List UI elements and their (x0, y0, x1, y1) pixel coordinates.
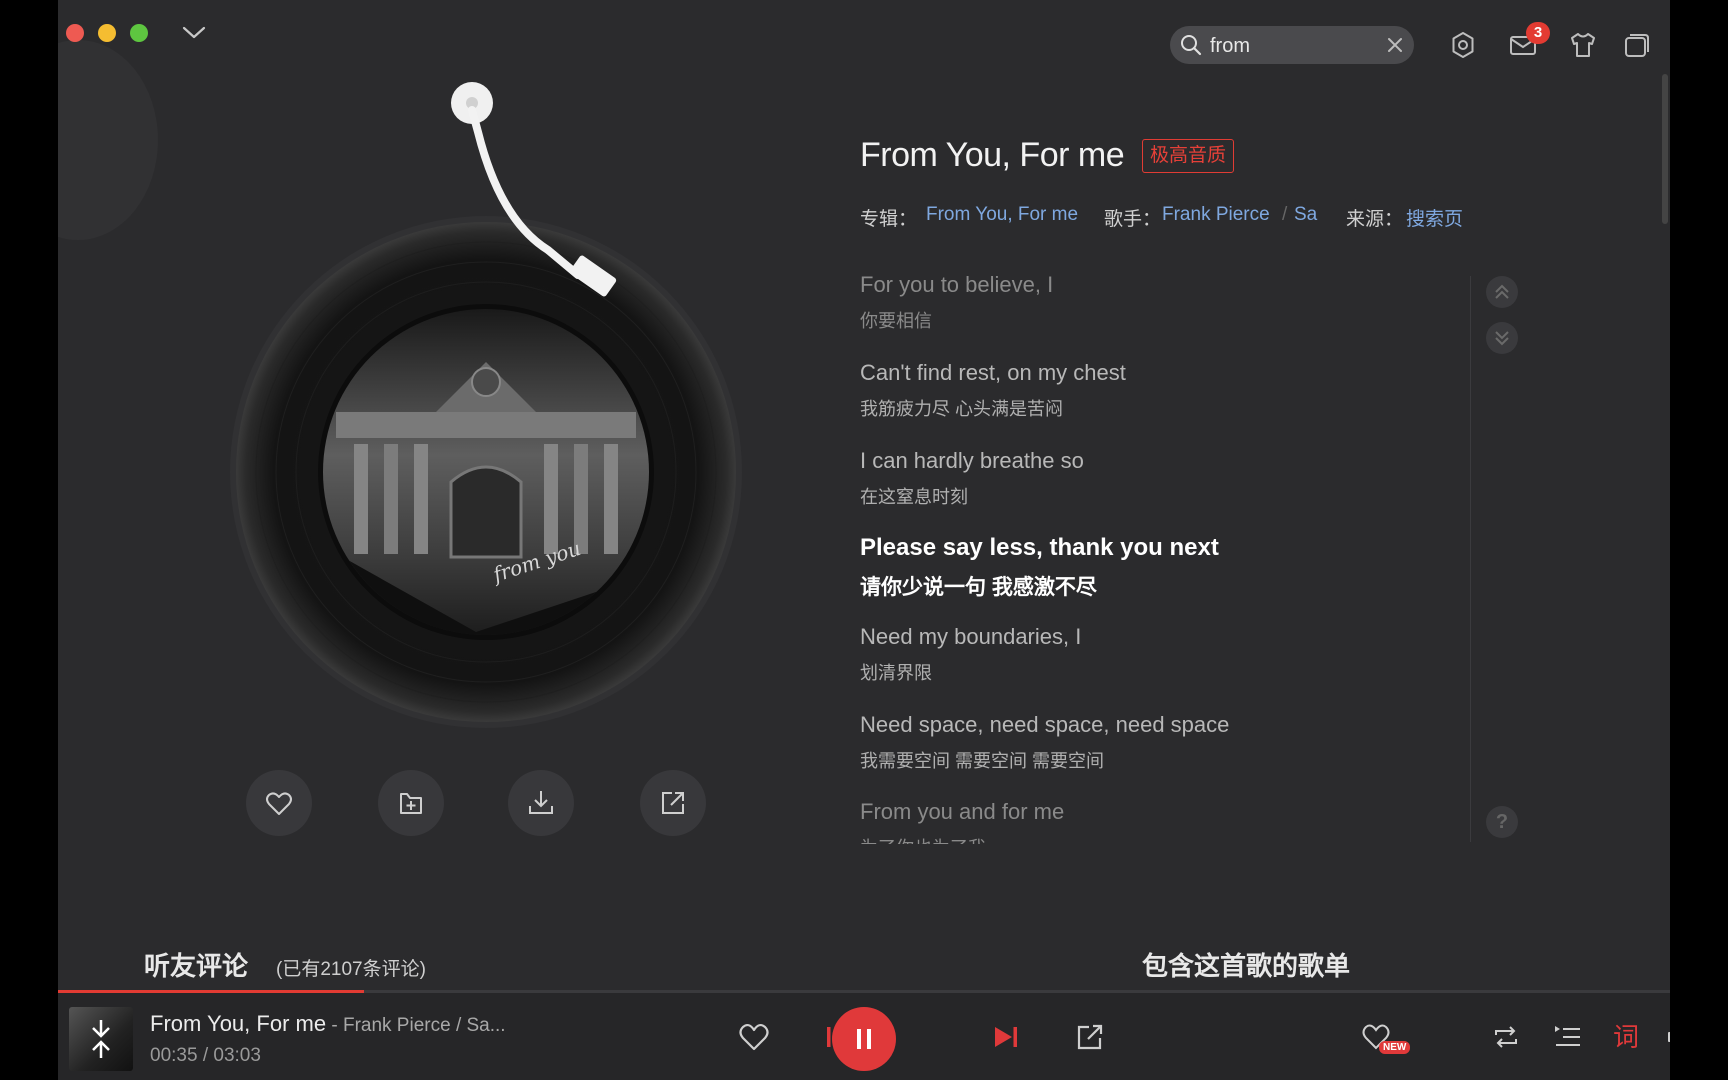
theme-shirt-icon[interactable] (1568, 30, 1598, 60)
collapse-chevron-down-icon[interactable] (180, 20, 208, 44)
app-window: 3 (58, 0, 1670, 1080)
share-button[interactable] (640, 770, 706, 836)
album-link[interactable]: From You, For me (926, 204, 1078, 226)
lyrics-divider (1470, 276, 1471, 842)
playlist-queue-icon[interactable] (1552, 1021, 1584, 1053)
settings-gear-icon[interactable] (1448, 30, 1478, 60)
lyric-line[interactable]: From you and for me 为了你也为了我 (860, 799, 1064, 844)
repeat-icon[interactable] (1490, 1021, 1522, 1053)
quality-badge[interactable]: 极高音质 (1142, 139, 1235, 173)
lyrics-scroll-up-button[interactable] (1486, 276, 1518, 308)
playlists-section-title[interactable]: 包含这首歌的歌单 (1142, 946, 1350, 983)
add-to-playlist-button[interactable] (378, 770, 444, 836)
like-button[interactable] (246, 770, 312, 836)
artist-label: 歌手： (1104, 209, 1162, 230)
heart-icon (266, 792, 292, 815)
minimize-window-button[interactable] (98, 24, 116, 42)
new-badge: NEW (1379, 1041, 1411, 1054)
player-bar: From You, For me - Frank Pierce / Sa... … (58, 993, 1670, 1080)
like-heart-icon[interactable] (736, 1019, 772, 1055)
pause-icon (857, 1029, 871, 1049)
lyric-line[interactable]: For you to believe, I 你要相信 (860, 272, 1053, 333)
now-playing-title[interactable]: From You, For me - Frank Pierce / Sa... (150, 1011, 506, 1037)
lyric-line[interactable]: I can hardly breathe so 在这窒息时刻 (860, 448, 1084, 509)
mini-mode-window-icon[interactable] (1622, 30, 1652, 60)
song-title: From You, For me (860, 136, 1125, 174)
double-chevron-up-icon (1495, 284, 1509, 299)
now-playing-artist[interactable]: - Frank Pierce / Sa... (326, 1015, 505, 1036)
lyrics-panel[interactable]: For you to believe, I 你要相信 Can't find re… (860, 272, 1480, 844)
lyric-line[interactable]: Can't find rest, on my chest 我筋疲力尽 心头满是苦… (860, 360, 1126, 421)
volume-icon[interactable] (1664, 1021, 1670, 1053)
search-icon (1181, 35, 1202, 56)
clear-search-icon[interactable] (1386, 36, 1404, 54)
current-time: 00:35 (150, 1045, 198, 1066)
playback-time: 00:35 / 03:03 (150, 1045, 261, 1067)
tonearm-needle (451, 82, 617, 297)
lyric-line[interactable]: Need space, need space, need space 我需要空间… (860, 712, 1229, 773)
download-button[interactable] (508, 770, 574, 836)
album-label: 专辑： (860, 209, 918, 230)
collapse-expand-arrows-icon (92, 1020, 110, 1058)
total-time: / 03:03 (202, 1045, 261, 1066)
artist-link-2[interactable]: Sa (1294, 204, 1317, 226)
artist-separator: / (1282, 204, 1288, 225)
page-scrollbar[interactable] (1662, 74, 1668, 224)
mini-cover-collapse-button[interactable] (69, 1007, 133, 1071)
source-label: 来源： (1346, 209, 1404, 230)
close-window-button[interactable] (66, 24, 84, 42)
zoom-window-button[interactable] (130, 24, 148, 42)
comments-section-title[interactable]: 听友评论 (144, 946, 248, 983)
search-box[interactable] (1170, 26, 1414, 64)
share-icon (662, 792, 684, 814)
background-glow (58, 40, 158, 240)
lyrics-scroll-down-button[interactable] (1486, 322, 1518, 354)
lyrics-toggle-button[interactable]: 词 (1610, 1021, 1642, 1053)
download-icon (529, 791, 553, 814)
pause-button[interactable] (832, 1007, 896, 1071)
comments-count: (已有2107条评论) (276, 959, 426, 980)
next-track-icon[interactable] (988, 1019, 1024, 1055)
artist-link-1[interactable]: Frank Pierce (1162, 204, 1270, 226)
add-folder-icon (400, 793, 422, 814)
double-chevron-down-icon (1495, 331, 1509, 346)
search-input[interactable] (1208, 30, 1382, 62)
lyrics-help-button[interactable]: ? (1486, 806, 1518, 838)
lyric-line[interactable]: Need my boundaries, I 划清界限 (860, 624, 1081, 685)
lyric-line-active[interactable]: Please say less, thank you next 请你少说一句 我… (860, 534, 1219, 601)
share-icon[interactable] (1072, 1019, 1108, 1055)
source-link[interactable]: 搜索页 (1406, 204, 1463, 231)
mail-count-badge: 3 (1526, 22, 1550, 44)
